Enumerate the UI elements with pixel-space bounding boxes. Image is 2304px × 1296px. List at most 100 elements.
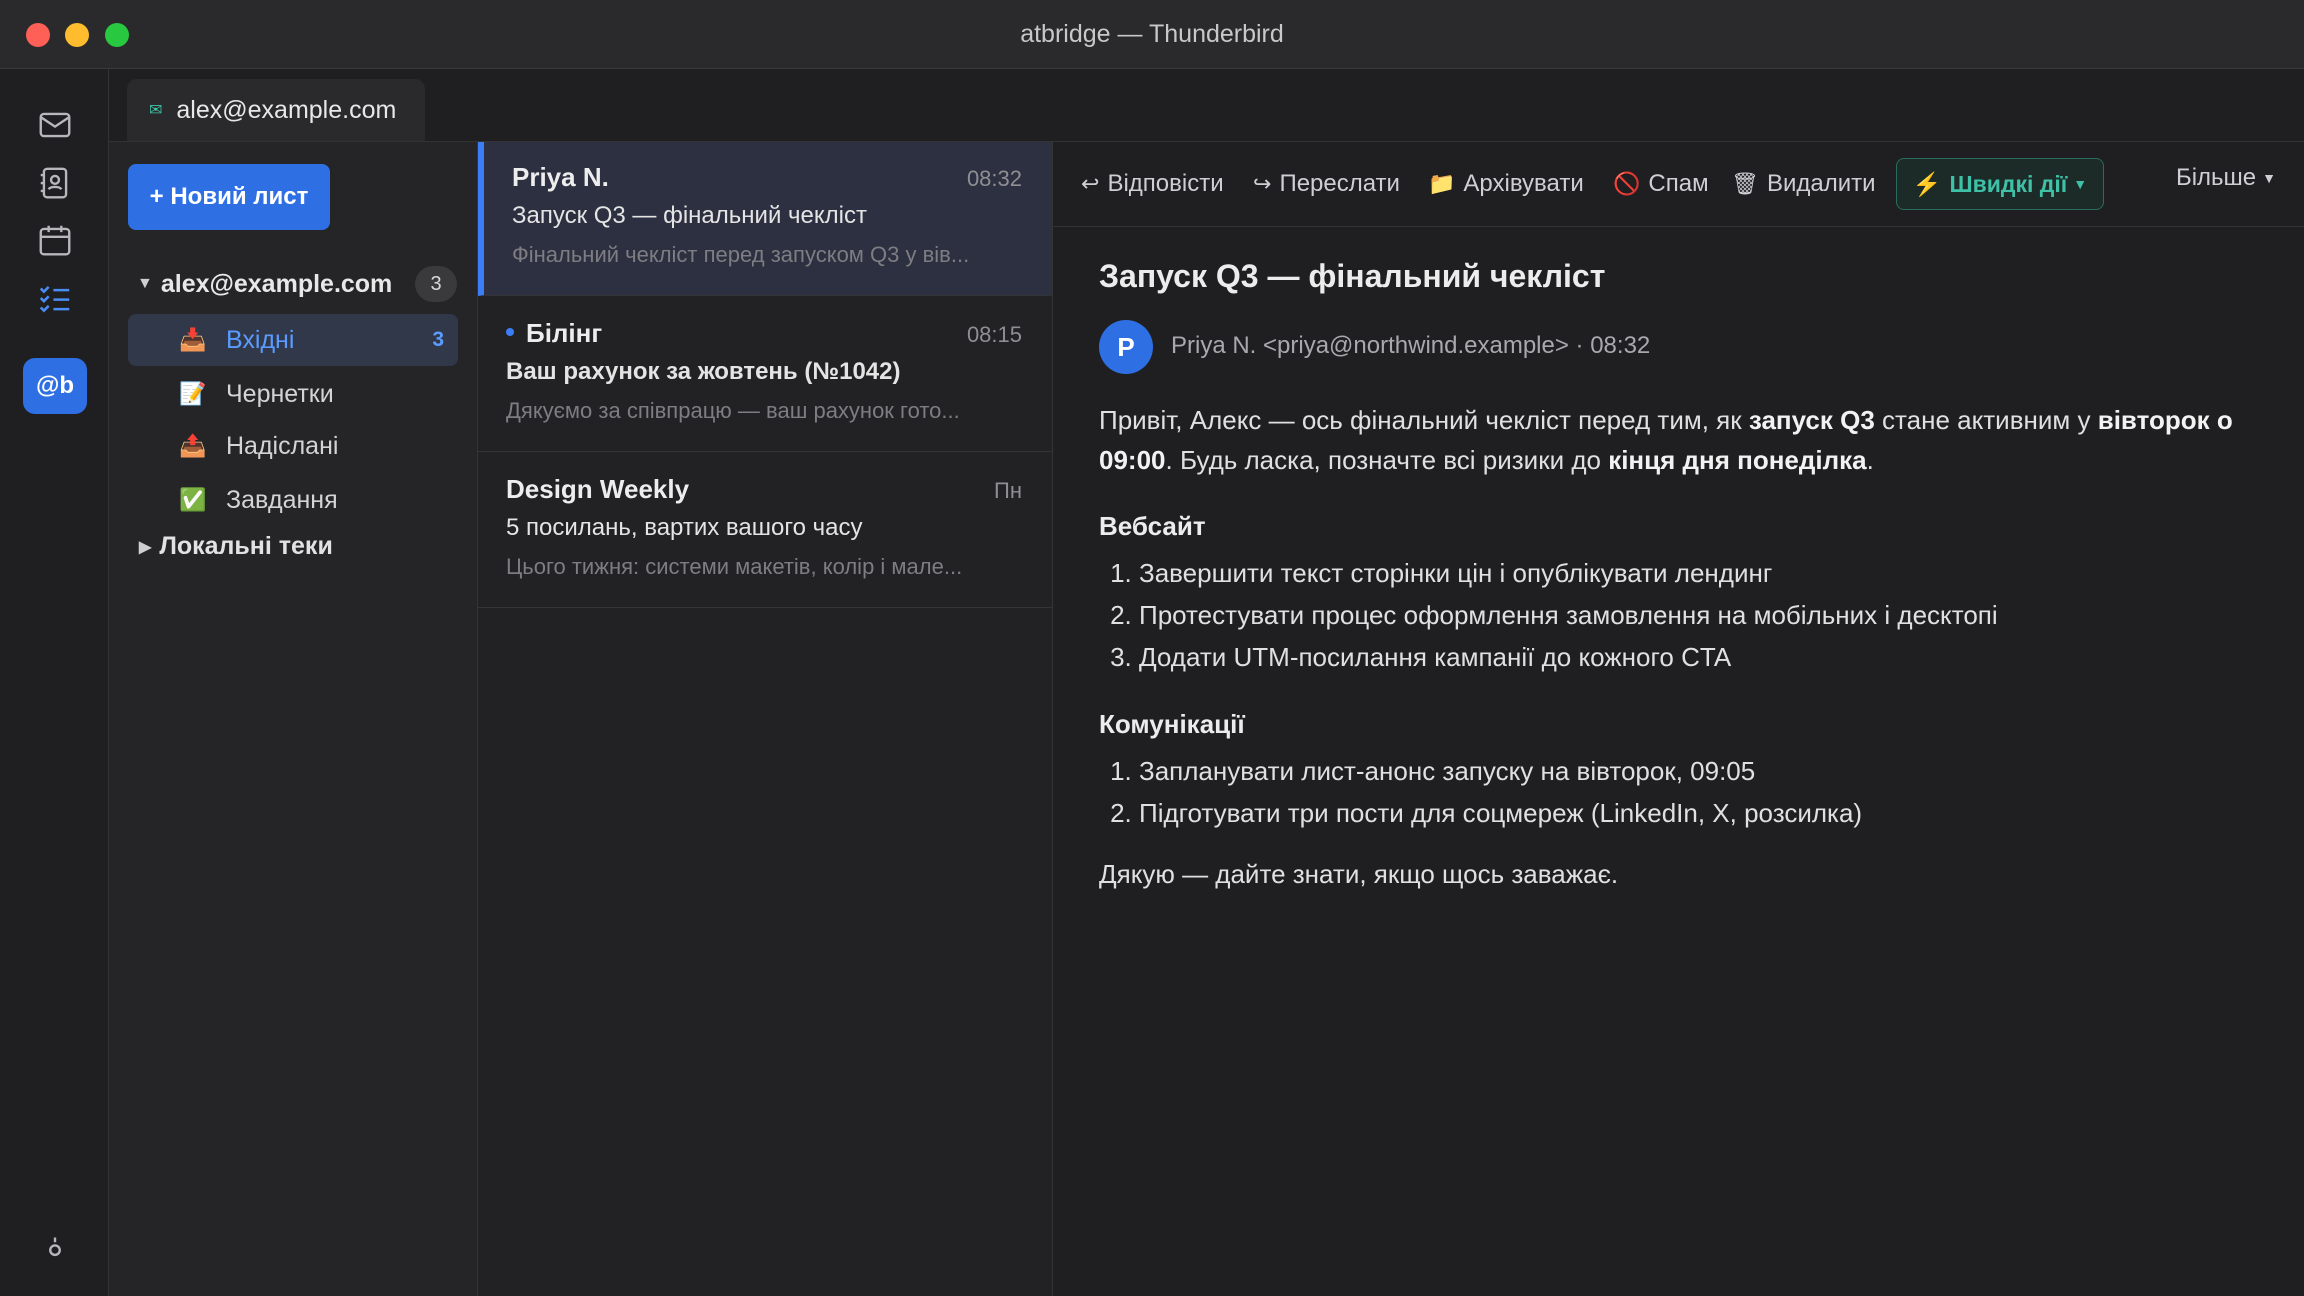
archive-button[interactable]: 📁 Архівувати [1428,164,1584,204]
message-row[interactable]: Priya N. 08:32 Запуск Q3 — фінальний чек… [478,142,1052,296]
message-time: Пн [994,478,1022,503]
settings-icon [49,1237,61,1257]
reply-button[interactable]: ↩ Відповісти [1081,164,1224,204]
reply-icon: ↩ [1081,171,1100,196]
folder-label: Надіслані [226,431,339,460]
folder-inbox[interactable]: 📥 Вхідні 3 [128,314,458,366]
closing-paragraph: Дякую — дайте знати, якщо щось заважає. [1099,859,1619,889]
mail-icon [39,112,71,138]
section-heading: Вебсайт [1099,511,1206,541]
folder-drafts[interactable]: 📝 Чернетки [128,368,458,420]
account-name: alex@example.com [160,269,393,298]
mail-space-button[interactable] [24,97,86,153]
chevron-down-icon: ▼ [2073,176,2088,192]
unread-dot-icon [506,328,514,337]
intro-text: . [1866,445,1874,475]
quick-actions-button[interactable]: ⚡ Швидкі дії ▼ [1896,158,2104,210]
app-window: atbridge — Thunderbird @b ✉ alex@example… [0,0,2304,1296]
trash-icon: 🗑 [1731,171,1759,196]
inbox-icon: 📥 [179,327,207,352]
chevron-down-icon: ▼ [2262,170,2276,186]
message-sender: Білінг [526,318,603,348]
delete-button[interactable]: 🗑 Видалити [1731,164,1876,204]
address-book-icon [40,167,68,199]
message-time: 08:15 [966,322,1022,347]
message-reader: ↩ Відповісти ↪ Переслати 📁 Архівувати 🚫 … [1053,142,2304,1296]
quick-actions-label: Швидкі дії [1949,170,2068,197]
envelope-icon: ✉ [149,102,163,119]
reply-label: Відповісти [1107,170,1224,197]
folder-sent[interactable]: 📤 Надіслані [128,420,458,472]
tasks-space-button[interactable] [24,270,86,326]
chevron-right-icon[interactable]: ▶ [139,537,151,557]
message-list: Priya N. 08:32 Запуск Q3 — фінальний чек… [478,142,1053,1296]
intro-text: стане активним у [1874,405,2098,435]
message-time: 08:32 [966,166,1022,191]
new-message-button[interactable]: + Новий лист [128,164,330,230]
more-button[interactable]: Більше ▼ [2176,164,2276,192]
forward-icon: ↪ [1253,171,1272,196]
checklist-item: Завершити текст сторінки цін і опублікув… [1139,552,2249,594]
spaces-toolbar: @b [0,69,109,1296]
local-folders-row[interactable]: ▶ Локальні теки [139,532,333,561]
intro-text: Привіт, Алекс — ось фінальний чекліст пе… [1099,405,1749,435]
calendar-icon [39,225,71,256]
forward-button[interactable]: ↪ Переслати [1253,164,1400,204]
checklist-item: Додати UTM-посилання кампанії до кожного… [1139,636,2249,678]
delete-label: Видалити [1766,170,1876,197]
archive-label: Архівувати [1463,170,1584,197]
intro-bold: запуск Q3 [1748,405,1875,435]
tab-strip: ✉ alex@example.com [109,69,2304,142]
more-label: Більше [2175,164,2257,191]
sent-icon: 📤 [179,433,207,458]
message-title: Запуск Q3 — фінальний чекліст [1099,258,1606,294]
address-book-button[interactable] [24,155,86,211]
account-unread-badge: 3 [415,266,457,302]
message-sender: Priya N. [512,162,609,192]
message-subject: Ваш рахунок за жовтень (№1042) [506,358,901,385]
checklist-item: Запланувати лист-анонс запуску на вівтор… [1139,750,2249,792]
message-toolbar: ↩ Відповісти ↪ Переслати 📁 Архівувати 🚫 … [1053,142,2304,227]
tab-account[interactable]: ✉ alex@example.com [127,79,425,141]
message-preview: Фінальний чекліст перед запуском Q3 у ві… [512,242,970,267]
message-preview: Дякуємо за співпрацю — ваш рахунок гото.… [506,398,960,423]
folder-label: Вхідні [226,325,295,354]
checklist: Завершити текст сторінки цін і опублікув… [1099,552,2249,678]
message-subject: Запуск Q3 — фінальний чекліст [512,202,867,229]
intro-paragraph: Привіт, Алекс — ось фінальний чекліст пе… [1099,400,2249,480]
intro-text: . Будь ласка, позначте всі ризики до [1165,445,1609,475]
folder-unread-count: 3 [432,328,444,351]
avatar: P [1099,320,1153,374]
window-title: atbridge — Thunderbird [1020,20,1284,48]
settings-button[interactable] [24,1219,86,1275]
forward-label: Переслати [1279,170,1400,197]
atbridge-addon-button[interactable]: @b [23,358,87,414]
tab-label: alex@example.com [176,95,397,124]
drafts-icon: 📝 [179,381,207,406]
spam-label: Спам [1648,170,1709,197]
lightning-icon: ⚡ [1912,170,1942,197]
message-row[interactable]: Білінг 08:15 Ваш рахунок за жовтень (№10… [478,298,1052,452]
account-row[interactable]: ▼ alex@example.com 3 [137,264,457,304]
checklist-item: Підготувати три пости для соцмереж (Link… [1139,792,2249,834]
calendar-button[interactable] [24,212,86,268]
checklist: Запланувати лист-анонс запуску на вівтор… [1099,750,2249,834]
chevron-down-icon[interactable]: ▼ [137,275,153,293]
atbridge-badge: @b [35,372,75,399]
message-sender-wrap: Білінг [506,318,602,349]
folder-label: Завдання [226,485,338,514]
spam-icon: 🚫 [1613,171,1641,196]
folder-tasks[interactable]: ✅ Завдання [128,474,458,526]
title-bar: atbridge — Thunderbird [0,0,2304,69]
intro-bold: кінця дня понеділка [1608,445,1867,475]
spam-button[interactable]: 🚫 Спам [1613,164,1709,204]
message-from: Priya N. <priya@northwind.example> · 08:… [1171,332,1651,359]
local-folders-label: Локальні теки [159,532,333,560]
message-row[interactable]: Design Weekly Пн 5 посилань, вартих вашо… [478,454,1052,608]
message-preview: Цього тижня: системи макетів, колір і ма… [506,554,963,579]
archive-icon: 📁 [1428,171,1456,196]
tasks-list-icon [39,286,70,313]
checklist-item: Протестувати процес оформлення замовленн… [1139,594,2249,636]
message-body: Привіт, Алекс — ось фінальний чекліст пе… [1099,400,2249,894]
message-subject: 5 посилань, вартих вашого часу [506,514,863,541]
